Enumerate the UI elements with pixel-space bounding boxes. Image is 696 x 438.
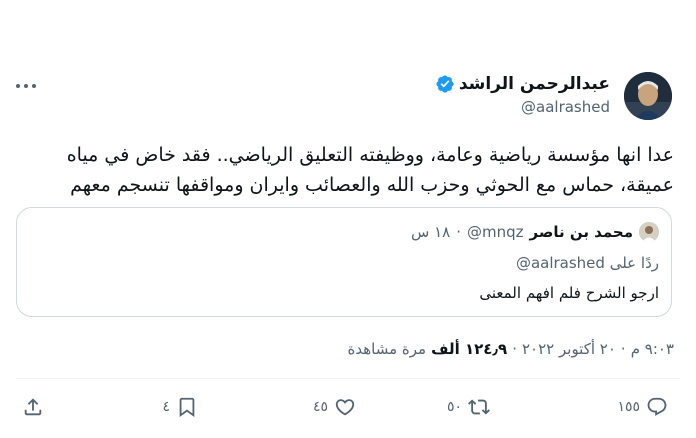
separator-dot: · bbox=[620, 340, 626, 358]
share-button[interactable] bbox=[22, 396, 44, 418]
tweet-text: عدا انها مؤسسة رياضية وعامة، ووظيفته الت… bbox=[14, 140, 674, 200]
separator-dot: · bbox=[456, 223, 461, 241]
bookmark-icon bbox=[179, 397, 195, 418]
quoted-tweet-time[interactable]: ١٨ س bbox=[411, 223, 450, 241]
tweet-actions: ١٥٥ ٥٠ ٤٥ ٤ bbox=[0, 388, 696, 428]
retweet-count: ٥٠ bbox=[446, 399, 462, 415]
views-count: ١٢٤٫٩ ألف bbox=[431, 340, 508, 358]
bookmark-button[interactable]: ٤ bbox=[162, 396, 198, 418]
author-name-text: عبدالرحمن الراشد bbox=[458, 74, 610, 94]
reply-icon bbox=[647, 397, 667, 416]
quoted-author-name[interactable]: محمد بن ناصر bbox=[530, 223, 633, 241]
reply-count: ١٥٥ bbox=[617, 399, 640, 415]
tweet-text-line: عدا انها مؤسسة رياضية وعامة، ووظيفته الت… bbox=[66, 144, 674, 166]
reply-button[interactable]: ١٥٥ bbox=[617, 396, 668, 418]
author-avatar[interactable] bbox=[624, 72, 672, 120]
tweet-text-line: عميقة، حماس مع الحوثي وحزب الله والعصائب… bbox=[70, 174, 674, 196]
tweet: عبدالرحمن الراشد @aalrashed عدا انها مؤس… bbox=[0, 0, 696, 438]
replying-to-label: ردًا على bbox=[609, 254, 659, 272]
retweet-icon bbox=[468, 399, 490, 415]
separator-dot: · bbox=[512, 340, 517, 358]
tweet-time[interactable]: ٩:٠٣ م bbox=[631, 340, 674, 358]
views-label: مرة مشاهدة bbox=[347, 340, 427, 358]
tweet-date[interactable]: ٢٠ أكتوبر ٢٠٢٢ bbox=[522, 340, 616, 358]
author-handle[interactable]: @aalrashed bbox=[521, 98, 610, 116]
replying-to: ردًا على @aalrashed bbox=[516, 254, 659, 272]
quoted-tweet-header: محمد بن ناصر @mnqz · ١٨ س bbox=[411, 222, 659, 242]
divider bbox=[16, 378, 680, 379]
verified-badge-icon bbox=[435, 74, 455, 94]
share-icon bbox=[24, 398, 42, 416]
bookmark-count: ٤ bbox=[162, 399, 170, 415]
author-name[interactable]: عبدالرحمن الراشد bbox=[435, 74, 610, 94]
like-button[interactable]: ٤٥ bbox=[313, 396, 356, 418]
replying-to-link[interactable]: @aalrashed bbox=[516, 254, 605, 272]
quoted-author-handle[interactable]: @mnqz bbox=[467, 223, 524, 241]
more-icon bbox=[16, 84, 36, 88]
heart-icon bbox=[335, 399, 355, 416]
more-options-button[interactable] bbox=[14, 76, 38, 96]
quoted-tweet-text: ارجو الشرح فلم افهم المعنى bbox=[479, 284, 659, 302]
quoted-author-avatar[interactable] bbox=[639, 222, 659, 242]
like-count: ٤٥ bbox=[312, 399, 328, 415]
tweet-meta: ٩:٠٣ م · ٢٠ أكتوبر ٢٠٢٢ · ١٢٤٫٩ ألف مرة … bbox=[348, 340, 674, 358]
quoted-tweet[interactable]: محمد بن ناصر @mnqz · ١٨ س ردًا على @aalr… bbox=[16, 207, 672, 317]
retweet-button[interactable]: ٥٠ bbox=[447, 396, 490, 418]
